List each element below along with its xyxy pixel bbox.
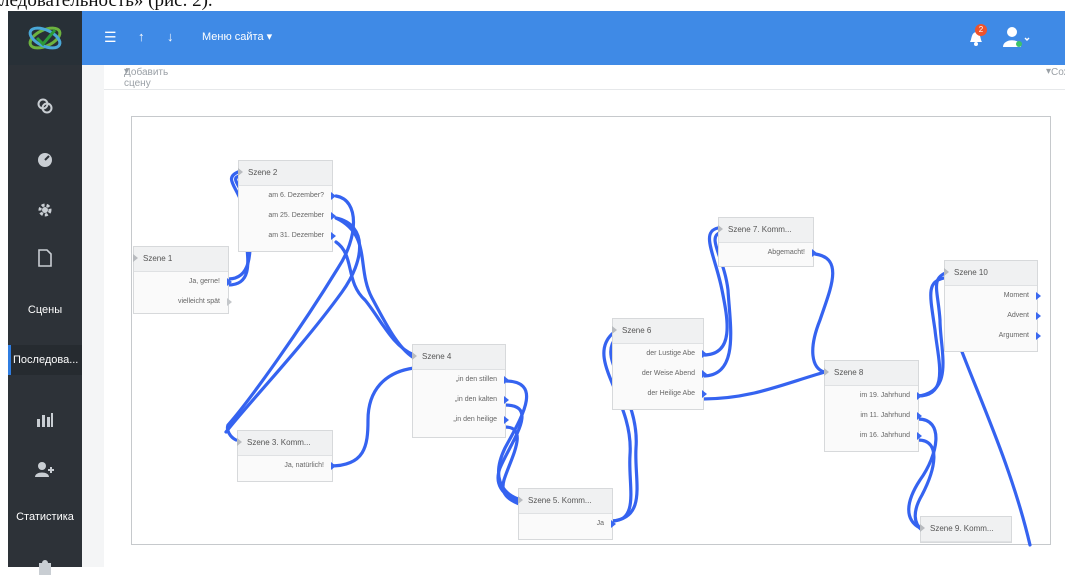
node-option[interactable]: „in den stillen: [413, 370, 509, 390]
node-title: Szene 9. Komm...: [921, 517, 1011, 542]
input-port[interactable]: [920, 524, 925, 532]
link-s7-s8: [811, 252, 835, 374]
input-port[interactable]: [718, 225, 723, 233]
option-label: der Weise Abend: [641, 370, 695, 377]
node-option[interactable]: Ja, natürlich!: [238, 456, 336, 476]
option-label: Ja, gerne!: [188, 278, 220, 285]
option-label: im 19. Jahrhund: [859, 392, 910, 399]
node-option[interactable]: am 25. Dezember: [239, 206, 336, 226]
option-label: der Heilige Abe: [647, 390, 695, 397]
scene-node-8[interactable]: Szene 8 im 19. Jahrhund im 11. Jahrhund …: [824, 360, 922, 452]
output-port[interactable]: [917, 392, 922, 400]
node-option[interactable]: Argument: [945, 326, 1041, 346]
node-option[interactable]: Ja, gerne!: [134, 272, 232, 292]
option-label: Ja, natürlich!: [284, 462, 324, 469]
link-s2-s4b: [334, 216, 418, 361]
output-port[interactable]: [227, 278, 232, 286]
node-title: Szene 3. Komm...: [238, 431, 332, 456]
output-port[interactable]: [702, 370, 707, 378]
output-port[interactable]: [917, 412, 922, 420]
scene-node-6[interactable]: Szene 6 der Lustige Abe der Weise Abend …: [612, 318, 707, 410]
link-s10-down: [948, 318, 1032, 547]
option-label: der Lustige Abe: [646, 350, 695, 357]
option-label: am 25. Dezember: [268, 212, 324, 219]
scene-node-9[interactable]: Szene 9. Komm...: [920, 516, 1012, 543]
node-option[interactable]: der Weise Abend: [613, 364, 707, 384]
option-label: Argument: [998, 332, 1029, 339]
output-port[interactable]: [1036, 332, 1041, 340]
output-port[interactable]: [227, 298, 232, 306]
option-label: vielleicht spät: [177, 298, 220, 305]
output-port[interactable]: [331, 462, 336, 470]
option-label: Moment: [1003, 292, 1029, 299]
option-label: Advent: [1007, 312, 1029, 319]
option-label: Abgemacht!: [767, 249, 805, 256]
output-port[interactable]: [504, 396, 509, 404]
node-title: Szene 5. Komm...: [519, 489, 612, 514]
node-option[interactable]: der Lustige Abe: [613, 344, 707, 364]
link-s2-s4: [334, 240, 416, 357]
node-option[interactable]: im 16. Jahrhund: [825, 426, 922, 446]
node-option[interactable]: der Heilige Abe: [613, 384, 707, 404]
output-port[interactable]: [702, 390, 707, 398]
output-port[interactable]: [702, 350, 707, 358]
output-port[interactable]: [331, 232, 336, 240]
node-option[interactable]: Moment: [945, 286, 1041, 306]
node-title: Szene 1: [134, 247, 228, 272]
input-port[interactable]: [612, 326, 617, 334]
scene-node-7[interactable]: Szene 7. Komm... Abgemacht!: [718, 217, 817, 267]
input-port[interactable]: [518, 496, 523, 504]
option-label: am 31. Dezember: [268, 232, 324, 239]
input-port[interactable]: [824, 368, 829, 376]
node-title: Szene 10: [945, 261, 1037, 286]
node-option[interactable]: im 19. Jahrhund: [825, 386, 922, 406]
node-option[interactable]: Ja: [519, 514, 616, 534]
scene-node-1[interactable]: Szene 1 Ja, gerne! vielleicht spät: [133, 246, 232, 314]
input-port[interactable]: [944, 268, 949, 276]
input-port[interactable]: [237, 438, 242, 446]
option-label: am 6. Dezember?: [268, 192, 324, 199]
node-option[interactable]: vielleicht spät: [134, 292, 232, 312]
node-title: Szene 8: [825, 361, 918, 386]
input-port[interactable]: [238, 168, 243, 176]
output-port[interactable]: [1036, 292, 1041, 300]
scene-node-5[interactable]: Szene 5. Komm... Ja: [518, 488, 616, 540]
node-title: Szene 6: [613, 319, 703, 344]
output-port[interactable]: [504, 376, 509, 384]
option-label: Ja: [596, 520, 604, 527]
option-label: „in den heilige: [453, 416, 497, 423]
output-port[interactable]: [331, 192, 336, 200]
input-port[interactable]: [412, 352, 417, 360]
scene-node-10[interactable]: Szene 10 Moment Advent Argument: [944, 260, 1041, 352]
node-title: Szene 2: [239, 161, 332, 186]
node-option[interactable]: Abgemacht!: [719, 243, 817, 263]
node-option[interactable]: Advent: [945, 306, 1041, 326]
option-label: „in den stillen: [455, 376, 497, 383]
option-label: im 11. Jahrhund: [860, 412, 910, 419]
node-option[interactable]: „in den heilige: [413, 410, 509, 430]
node-option[interactable]: im 11. Jahrhund: [825, 406, 922, 426]
output-port[interactable]: [331, 212, 336, 220]
option-label: „in den kalten: [454, 396, 497, 403]
scene-node-3[interactable]: Szene 3. Komm... Ja, natürlich!: [237, 430, 336, 482]
output-port[interactable]: [1036, 312, 1041, 320]
output-port[interactable]: [917, 432, 922, 440]
node-option[interactable]: am 31. Dezember: [239, 226, 336, 246]
option-label: im 16. Jahrhund: [859, 432, 910, 439]
node-title: Szene 7. Komm...: [719, 218, 813, 243]
link-s6-s8: [701, 370, 827, 401]
link-s3-s4: [328, 366, 416, 468]
output-port[interactable]: [504, 416, 509, 424]
node-title: Szene 4: [413, 345, 505, 370]
scene-node-4[interactable]: Szene 4 „in den stillen „in den kalten „…: [412, 344, 509, 438]
node-option[interactable]: am 6. Dezember?: [239, 186, 336, 206]
scene-node-2[interactable]: Szene 2 am 6. Dezember? am 25. Dezember …: [238, 160, 336, 252]
output-port[interactable]: [611, 520, 616, 528]
output-port[interactable]: [812, 249, 817, 257]
node-option[interactable]: „in den kalten: [413, 390, 509, 410]
input-port[interactable]: [133, 254, 138, 262]
